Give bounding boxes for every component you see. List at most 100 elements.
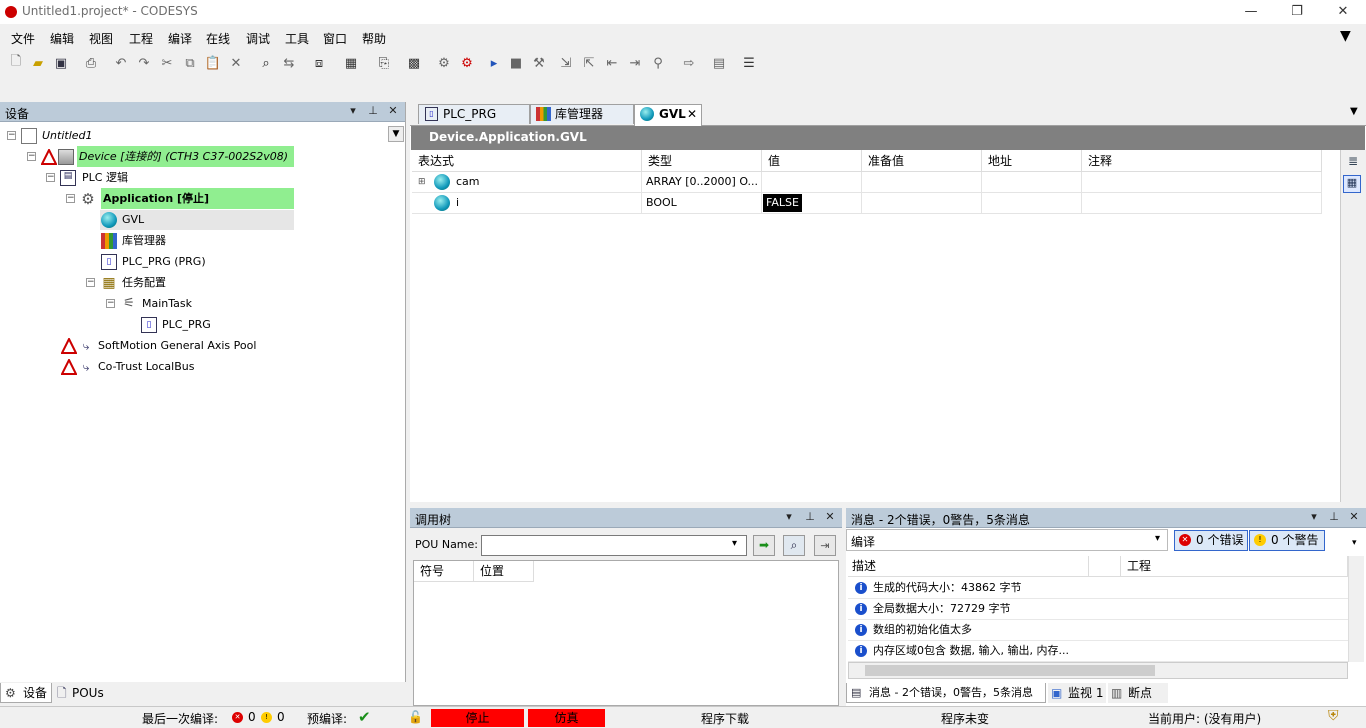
build-icon[interactable]: ▩: [405, 54, 423, 72]
tree-plc-logic[interactable]: PLC 逻辑: [82, 168, 128, 188]
col-symbol[interactable]: 符号: [414, 561, 474, 582]
panel-close-icon[interactable]: ✕: [823, 510, 837, 526]
expand-plus-icon[interactable]: ⊞: [418, 172, 426, 192]
tab-watch[interactable]: ▣ 监视 1: [1048, 683, 1106, 703]
shield-icon[interactable]: ⛨: [1328, 708, 1339, 724]
col-expression[interactable]: 表达式: [412, 150, 642, 172]
panel-close-icon[interactable]: ✕: [386, 104, 400, 120]
tree-library[interactable]: 库管理器: [122, 231, 166, 251]
horizontal-scrollbar[interactable]: [848, 662, 1348, 679]
tab-pous[interactable]: 🗋 POUs: [54, 683, 114, 703]
step-out-icon[interactable]: ⇤: [603, 54, 621, 72]
row-cam-expr[interactable]: ⊞ cam: [412, 172, 642, 193]
tree-main-task[interactable]: MainTask: [142, 294, 192, 314]
tree-localbus[interactable]: Co-Trust LocalBus: [98, 357, 194, 377]
pin-icon[interactable]: ⊥: [366, 104, 380, 120]
login-icon[interactable]: ⚙: [435, 54, 453, 72]
insert-icon[interactable]: ⇥: [814, 535, 836, 556]
run-to-cursor-icon[interactable]: ⇥: [626, 54, 644, 72]
tab-messages[interactable]: ▤ 消息 - 2个错误，0警告，5条消息: [846, 683, 1046, 703]
tree-dropdown-button[interactable]: ▼: [388, 126, 404, 142]
tree-task-plc-prg[interactable]: PLC_PRG: [162, 315, 211, 335]
row-i-expr[interactable]: i: [412, 193, 642, 214]
vertical-scrollbar[interactable]: [1348, 556, 1364, 662]
tab-gvl[interactable]: GVL ✕: [634, 104, 702, 126]
menu-file[interactable]: 文件: [11, 30, 35, 47]
expand-toggle[interactable]: −: [86, 278, 95, 287]
panel-menu-icon[interactable]: ▾: [782, 510, 796, 526]
tab-close-icon[interactable]: ✕: [687, 105, 697, 123]
minimize-button[interactable]: —: [1228, 0, 1274, 22]
step-over-icon[interactable]: ⇲: [557, 54, 575, 72]
expand-toggle[interactable]: −: [27, 152, 36, 161]
col-project[interactable]: 工程: [1121, 556, 1348, 577]
filter-icon[interactable]: ▼: [1340, 28, 1351, 44]
tree-gvl[interactable]: GVL: [122, 210, 144, 230]
col-value[interactable]: 值: [762, 150, 862, 172]
col-location[interactable]: 位置: [474, 561, 534, 582]
reset-icon[interactable]: ⚒: [530, 54, 548, 72]
open-folder-icon[interactable]: ▰: [29, 54, 47, 72]
col-description[interactable]: 描述: [848, 556, 1089, 577]
tree-root[interactable]: Untitled1: [42, 126, 93, 146]
expand-toggle[interactable]: −: [106, 299, 115, 308]
message-row[interactable]: i 全局数据大小：72729 字节: [848, 599, 1348, 620]
copy-icon[interactable]: ⧉: [181, 54, 199, 72]
step-into-icon[interactable]: ⇱: [580, 54, 598, 72]
add-object-icon[interactable]: ▦: [342, 54, 360, 72]
pou-name-combo[interactable]: ▾: [481, 535, 747, 556]
menu-help[interactable]: 帮助: [362, 30, 386, 47]
find-icon[interactable]: ⌕: [257, 54, 275, 72]
logout-icon[interactable]: ⚙: [458, 54, 476, 72]
start-icon[interactable]: ▸: [485, 54, 503, 72]
menu-view[interactable]: 视图: [89, 30, 113, 47]
menu-project[interactable]: 工程: [129, 30, 153, 47]
export-icon[interactable]: ⎘: [375, 54, 393, 72]
maximize-button[interactable]: ❐: [1274, 0, 1320, 22]
menu-online[interactable]: 在线: [206, 30, 230, 47]
warnings-filter-button[interactable]: ! 0 个警告: [1249, 530, 1325, 551]
stop-icon[interactable]: ■: [507, 54, 525, 72]
settings-icon[interactable]: ☰: [740, 54, 758, 72]
expand-toggle[interactable]: −: [46, 173, 55, 182]
expand-toggle[interactable]: −: [7, 131, 16, 140]
panel-close-icon[interactable]: ✕: [1347, 510, 1361, 526]
tree-axis-pool[interactable]: SoftMotion General Axis Pool: [98, 336, 256, 356]
row-i-prepared[interactable]: [862, 193, 982, 214]
tab-overflow-icon[interactable]: ▼: [1350, 106, 1358, 117]
new-file-icon[interactable]: 🗋: [7, 54, 25, 72]
tree-application[interactable]: Application [停止]: [103, 189, 209, 209]
message-filter-combo[interactable]: 编译 ▾: [846, 529, 1168, 551]
expand-toggle[interactable]: −: [66, 194, 75, 203]
col-address[interactable]: 地址: [982, 150, 1082, 172]
paste-icon[interactable]: 📋: [204, 54, 222, 72]
window-icon[interactable]: ⧈: [310, 54, 328, 72]
errors-filter-button[interactable]: ✕ 0 个错误: [1174, 530, 1248, 551]
scrollbar-thumb[interactable]: [865, 665, 1155, 676]
message-row[interactable]: i 生成的代码大小：43862 字节: [848, 578, 1348, 599]
delete-icon[interactable]: ✕: [227, 54, 245, 72]
menu-build[interactable]: 编译: [168, 30, 192, 47]
tree-device[interactable]: Device [连接的] (CTH3 C37-002S2v08): [79, 147, 288, 167]
tree-plc-prg[interactable]: PLC_PRG (PRG): [122, 252, 206, 272]
table-view-icon[interactable]: ▦: [1343, 175, 1361, 193]
text-view-icon[interactable]: ≣: [1344, 154, 1362, 170]
cut-icon[interactable]: ✂: [158, 54, 176, 72]
tab-library[interactable]: 库管理器: [530, 104, 634, 124]
chevron-down-icon[interactable]: ▾: [732, 538, 737, 549]
redo-icon[interactable]: ↷: [135, 54, 153, 72]
panel-menu-icon[interactable]: ▾: [1307, 510, 1321, 526]
col-type[interactable]: 类型: [642, 150, 762, 172]
chevron-down-icon[interactable]: ▾: [1155, 533, 1160, 544]
message-row[interactable]: i 内存区域0包含 数据, 输入, 输出, 内存...: [848, 641, 1348, 662]
tree-task-config[interactable]: 任务配置: [122, 273, 166, 293]
menu-tools[interactable]: 工具: [285, 30, 309, 47]
save-icon[interactable]: ▣: [52, 54, 70, 72]
panel-menu-icon[interactable]: ▾: [346, 104, 360, 120]
tab-breakpoints[interactable]: ▥ 断点: [1108, 683, 1168, 703]
write-values-icon[interactable]: ⇨: [680, 54, 698, 72]
tab-devices[interactable]: ⚙ 设备: [0, 683, 52, 703]
pin-icon[interactable]: ⊥: [803, 510, 817, 526]
col-comment[interactable]: 注释: [1082, 150, 1322, 172]
toolbar-overflow-icon[interactable]: ▾: [1352, 538, 1357, 548]
